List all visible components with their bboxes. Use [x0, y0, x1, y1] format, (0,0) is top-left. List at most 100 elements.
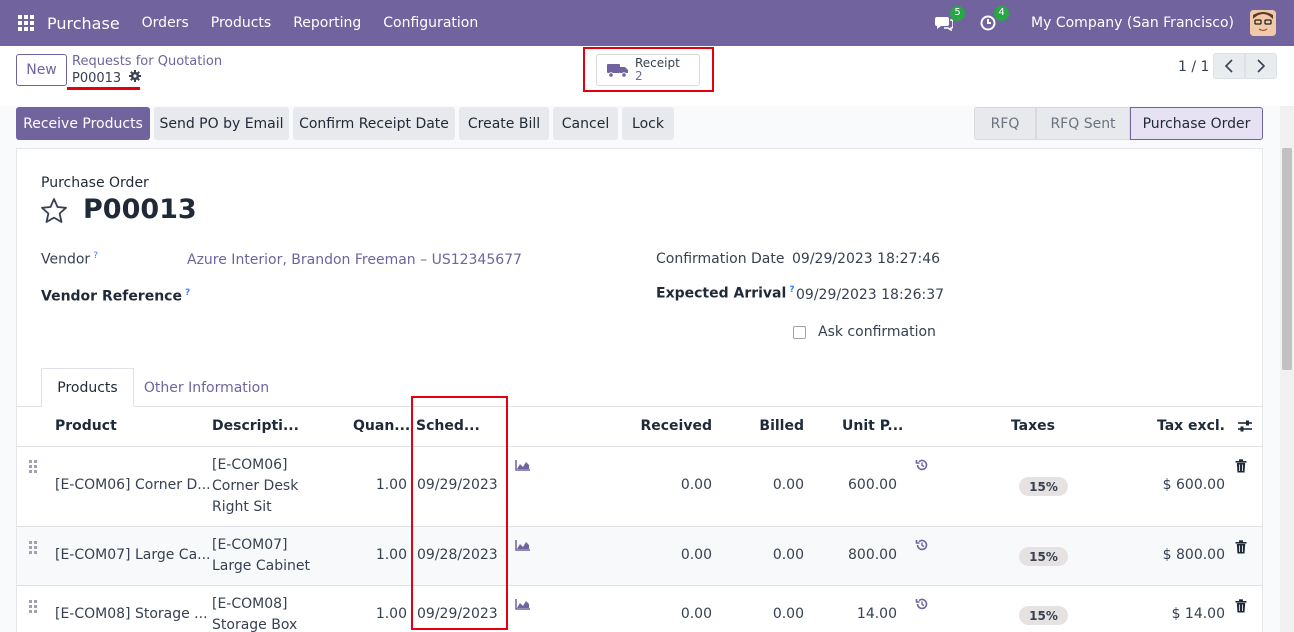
row-received[interactable]: 0.00 [637, 547, 712, 563]
header-tax-excl[interactable]: Tax excl. [1147, 418, 1225, 434]
menu-products[interactable]: Products [211, 15, 271, 31]
messages-button[interactable]: 5 [933, 6, 966, 34]
lock-button[interactable]: Lock [622, 107, 674, 140]
table-row[interactable]: [E-COM06] Corner D... [E-COM06] Corner D… [17, 447, 1262, 527]
header-taxes[interactable]: Taxes [997, 418, 1055, 434]
history-icon[interactable] [915, 458, 929, 472]
drag-handle-icon[interactable] [29, 460, 39, 473]
pager-value[interactable]: 1 / 1 [1178, 59, 1209, 75]
row-received[interactable]: 0.00 [637, 606, 712, 622]
activities-button[interactable]: 4 [977, 6, 1010, 34]
expected-arrival-help-mark[interactable]: ? [789, 285, 794, 295]
header-received[interactable]: Received [637, 418, 712, 434]
vendor-help-mark[interactable]: ? [93, 251, 98, 261]
company-switcher[interactable]: My Company (San Francisco) [1031, 15, 1234, 31]
header-unit-price[interactable]: Unit P... [842, 418, 903, 434]
trash-icon[interactable] [1235, 540, 1247, 554]
row-description[interactable]: [E-COM06] Corner Desk Right Sit [212, 455, 298, 518]
row-description[interactable]: [E-COM07] Large Cabinet [212, 535, 310, 577]
chevron-left-icon [1224, 59, 1233, 73]
forecast-chart-icon[interactable] [515, 598, 531, 610]
stage-rfq[interactable]: RFQ [974, 107, 1036, 140]
pager-next-button[interactable] [1245, 53, 1277, 79]
tax-badge[interactable]: 15% [1019, 547, 1068, 566]
highlight-underline [67, 87, 140, 90]
cancel-button[interactable]: Cancel [553, 107, 618, 140]
forecast-chart-icon[interactable] [515, 459, 531, 471]
row-quantity[interactable]: 1.00 [357, 477, 407, 493]
menu-orders[interactable]: Orders [142, 15, 189, 31]
receive-products-button[interactable]: Receive Products [16, 107, 150, 140]
table-row[interactable]: [E-COM08] Storage ... [E-COM08] Storage … [17, 586, 1262, 632]
scrollbar-thumb[interactable] [1282, 148, 1292, 370]
column-settings-icon[interactable] [1237, 419, 1253, 433]
vendor-reference-label: Vendor Reference? [41, 288, 190, 305]
breadcrumb-parent[interactable]: Requests for Quotation [72, 54, 222, 69]
table-row[interactable]: [E-COM07] Large Ca... [E-COM07] Large Ca… [17, 527, 1262, 586]
send-po-email-button[interactable]: Send PO by Email [154, 107, 289, 140]
row-tax-excl: $ 800.00 [1162, 547, 1225, 563]
vendor-reference-help-mark[interactable]: ? [185, 288, 190, 298]
tax-badge[interactable]: 15% [1019, 606, 1068, 625]
tab-products[interactable]: Products [41, 368, 134, 407]
stage-rfq-sent[interactable]: RFQ Sent [1036, 107, 1130, 140]
control-panel: New Requests for Quotation P00013 Receip… [0, 46, 1294, 106]
trash-icon[interactable] [1235, 599, 1247, 613]
vendor-label-text: Vendor [41, 251, 91, 268]
avatar[interactable] [1250, 10, 1276, 36]
messages-count-badge: 5 [950, 6, 966, 21]
header-billed[interactable]: Billed [737, 418, 804, 434]
drag-handle-icon[interactable] [29, 541, 39, 554]
row-billed[interactable]: 0.00 [737, 547, 804, 563]
row-unit-price[interactable]: 800.00 [837, 547, 897, 563]
new-button[interactable]: New [16, 54, 67, 86]
row-unit-price[interactable]: 14.00 [837, 606, 897, 622]
row-billed[interactable]: 0.00 [737, 606, 804, 622]
vendor-label: Vendor? [41, 251, 98, 268]
history-icon[interactable] [915, 538, 929, 552]
pager-previous-button[interactable] [1213, 53, 1245, 79]
trash-icon[interactable] [1235, 459, 1247, 473]
ask-confirmation-label: Ask confirmation [818, 324, 936, 340]
app-name[interactable]: Purchase [47, 14, 120, 33]
tax-badge[interactable]: 15% [1019, 477, 1068, 496]
scrollbar-track[interactable] [1280, 106, 1294, 632]
menu-reporting[interactable]: Reporting [293, 15, 361, 31]
notebook-tabs: Products Other Information [17, 368, 1262, 407]
create-bill-button[interactable]: Create Bill [459, 107, 549, 140]
receipt-smart-button[interactable]: Receipt 2 [596, 54, 700, 86]
row-unit-price[interactable]: 600.00 [837, 477, 897, 493]
row-received[interactable]: 0.00 [637, 477, 712, 493]
confirm-receipt-date-button[interactable]: Confirm Receipt Date [293, 107, 455, 140]
history-icon[interactable] [915, 597, 929, 611]
confirmation-date-label: Confirmation Date [656, 251, 785, 267]
row-quantity[interactable]: 1.00 [357, 606, 407, 622]
row-quantity[interactable]: 1.00 [357, 547, 407, 563]
row-product[interactable]: [E-COM07] Large Ca... [55, 547, 211, 563]
row-description-line: [E-COM08] [212, 596, 288, 612]
row-product[interactable]: [E-COM08] Storage ... [55, 606, 208, 622]
expected-arrival-field[interactable]: 09/29/2023 18:26:37 [796, 287, 944, 303]
header-product[interactable]: Product [55, 418, 117, 434]
ask-confirmation-checkbox[interactable] [793, 326, 806, 339]
stage-purchase-order[interactable]: Purchase Order [1130, 107, 1263, 140]
row-billed[interactable]: 0.00 [737, 477, 804, 493]
clock-icon [980, 15, 996, 31]
record-name: P00013 [83, 194, 197, 225]
forecast-chart-icon[interactable] [515, 539, 531, 551]
drag-handle-icon[interactable] [29, 600, 39, 613]
gear-icon[interactable] [129, 70, 142, 86]
star-icon[interactable] [40, 197, 68, 225]
header-quantity[interactable]: Quan... [353, 418, 410, 434]
tab-other-information[interactable]: Other Information [134, 368, 279, 407]
header-description[interactable]: Descripti... [212, 418, 299, 434]
vendor-field[interactable]: Azure Interior, Brandon Freeman – US1234… [187, 252, 522, 268]
top-navbar: Purchase Orders Products Reporting Confi… [0, 0, 1294, 46]
row-product[interactable]: [E-COM06] Corner D... [55, 477, 211, 493]
menu-configuration[interactable]: Configuration [383, 15, 478, 31]
apps-grid-icon[interactable] [18, 15, 34, 31]
highlight-box-scheduled [411, 396, 508, 630]
row-description-line: Large Cabinet [212, 558, 310, 574]
confirmation-date-field[interactable]: 09/29/2023 18:27:46 [792, 251, 940, 267]
row-description[interactable]: [E-COM08] Storage Box [212, 594, 297, 632]
